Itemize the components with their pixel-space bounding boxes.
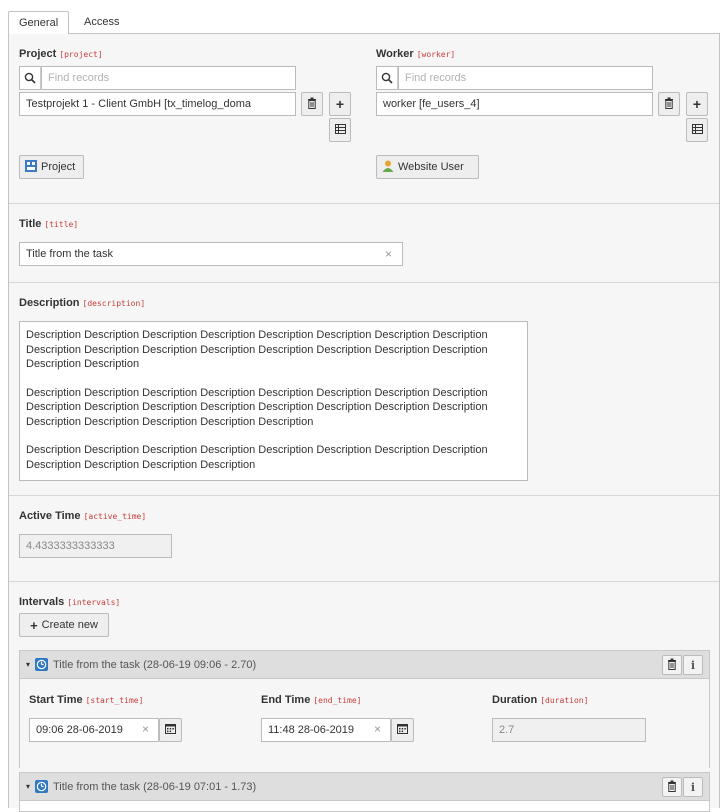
project-list-button[interactable]	[329, 118, 351, 142]
worker-search-icon[interactable]	[376, 66, 398, 90]
project-record-button-label: Project	[41, 161, 76, 173]
end-time-input[interactable]: 11:48 28-06-2019	[261, 718, 391, 742]
interval-delete-button[interactable]	[662, 655, 682, 675]
active-time-section: Active Time [active_time] 4.4333333333333	[9, 496, 719, 582]
info-icon: i	[690, 658, 696, 672]
start-time-label-text: Start Time	[29, 694, 83, 706]
project-field-name: [project]	[59, 50, 103, 59]
plus-icon: +	[692, 96, 702, 112]
user-icon	[382, 160, 394, 175]
plus-icon: +	[335, 96, 345, 112]
calendar-icon	[397, 723, 408, 737]
project-delete-button[interactable]	[301, 92, 323, 116]
end-time-label-text: End Time	[261, 694, 311, 706]
worker-selected-value[interactable]: worker [fe_users_4]	[376, 92, 653, 116]
description-label: Description [description]	[19, 297, 145, 309]
project-selected-value[interactable]: Testprojekt 1 - Client GmbH [tx_timelog_…	[19, 92, 296, 116]
interval-delete-button[interactable]	[662, 777, 682, 797]
list-icon	[691, 123, 703, 137]
worker-search-input[interactable]: Find records	[398, 66, 653, 90]
duration-label: Duration [duration]	[492, 694, 588, 706]
intervals-label: Intervals [intervals]	[19, 596, 120, 608]
active-time-value: 4.4333333333333	[19, 534, 172, 558]
create-new-label: Create new	[41, 619, 98, 631]
interval-clock-icon	[35, 658, 48, 674]
active-time-label: Active Time [active_time]	[19, 510, 146, 522]
calendar-icon	[165, 723, 176, 737]
relations-section: Project [project] Find records Testprojek…	[9, 34, 719, 204]
title-label-text: Title	[19, 218, 42, 230]
project-search-icon[interactable]	[19, 66, 41, 90]
plus-icon: +	[30, 617, 38, 633]
project-record-icon	[25, 159, 37, 175]
interval-info-button[interactable]: i	[683, 777, 703, 797]
project-add-button[interactable]: +	[329, 92, 351, 116]
end-time-field-name: [end_time]	[313, 696, 362, 705]
start-time-label: Start Time [start_time]	[29, 694, 143, 706]
info-icon: i	[690, 780, 696, 794]
project-label: Project [project]	[19, 48, 103, 60]
interval-record: ▾ Title from the task (28-06-19 07:01 - …	[19, 772, 710, 812]
clear-end-time-icon[interactable]: ×	[374, 722, 381, 736]
worker-field-name: [worker]	[416, 50, 456, 59]
website-user-button-label: Website User	[398, 161, 464, 173]
create-new-button[interactable]: + Create new	[19, 613, 109, 637]
project-record-button[interactable]: Project	[19, 155, 84, 179]
interval-clock-icon	[35, 780, 48, 796]
interval-title: Title from the task (28-06-19 09:06 - 2.…	[53, 659, 257, 671]
description-paragraph: Description Description Description Desc…	[26, 329, 488, 370]
project-search-input[interactable]: Find records	[41, 66, 296, 90]
interval-record: ▾ Title from the task (28-06-19 09:06 - …	[19, 650, 710, 768]
intervals-field-name: [intervals]	[67, 598, 121, 607]
end-time-calendar-button[interactable]	[391, 718, 414, 742]
tab-access[interactable]: Access	[74, 11, 129, 34]
start-time-field-name: [start_time]	[85, 696, 144, 705]
title-label: Title [title]	[19, 218, 78, 230]
start-time-input[interactable]: 09:06 28-06-2019	[29, 718, 159, 742]
worker-list-button[interactable]	[686, 118, 708, 142]
description-section: Description [description] Description Des…	[9, 283, 719, 496]
description-field-name: [description]	[82, 299, 146, 308]
clear-title-icon[interactable]: ×	[385, 247, 392, 261]
collapse-caret-icon[interactable]: ▾	[26, 782, 30, 791]
collapse-caret-icon[interactable]: ▾	[26, 660, 30, 669]
start-time-calendar-button[interactable]	[159, 718, 182, 742]
intervals-section: Intervals [intervals] + Create new ▾ Titl…	[9, 582, 719, 812]
active-time-field-name: [active_time]	[83, 512, 147, 521]
title-section: Title [title] Title from the task ×	[9, 204, 719, 283]
trash-icon	[664, 97, 674, 112]
worker-label-text: Worker	[376, 48, 414, 60]
interval-title: Title from the task (28-06-19 07:01 - 1.…	[53, 781, 257, 793]
description-paragraph: Description Description Description Desc…	[26, 386, 488, 428]
trash-icon	[667, 658, 677, 673]
title-input[interactable]: Title from the task	[19, 242, 403, 266]
duration-value: 2.7	[492, 718, 646, 742]
active-time-label-text: Active Time	[19, 510, 81, 522]
form-panel: Project [project] Find records Testprojek…	[8, 34, 720, 812]
title-field-name: [title]	[44, 220, 79, 229]
worker-delete-button[interactable]	[658, 92, 680, 116]
duration-field-name: [duration]	[540, 696, 589, 705]
clear-start-time-icon[interactable]: ×	[142, 722, 149, 736]
interval-body: Start Time [start_time] 09:06 28-06-2019 …	[20, 679, 709, 768]
duration-label-text: Duration	[492, 694, 538, 706]
tab-general[interactable]: General	[8, 11, 70, 35]
trash-icon	[667, 780, 677, 795]
description-textarea[interactable]: Description Description Description Desc…	[19, 321, 528, 481]
description-label-text: Description	[19, 297, 80, 309]
worker-label: Worker [worker]	[376, 48, 455, 60]
description-paragraph: Description Description Description Desc…	[26, 444, 488, 471]
intervals-label-text: Intervals	[19, 596, 65, 608]
interval-header[interactable]: ▾ Title from the task (28-06-19 07:01 - …	[20, 773, 709, 801]
tab-bar: General Access	[8, 8, 720, 35]
trash-icon	[307, 97, 317, 112]
end-time-label: End Time [end_time]	[261, 694, 361, 706]
record-editor: General Access Project [project] Find rec…	[8, 8, 720, 812]
list-icon	[334, 123, 346, 137]
interval-header[interactable]: ▾ Title from the task (28-06-19 09:06 - …	[20, 651, 709, 679]
interval-info-button[interactable]: i	[683, 655, 703, 675]
project-label-text: Project	[19, 48, 57, 60]
website-user-button[interactable]: Website User	[376, 155, 479, 179]
worker-add-button[interactable]: +	[686, 92, 708, 116]
